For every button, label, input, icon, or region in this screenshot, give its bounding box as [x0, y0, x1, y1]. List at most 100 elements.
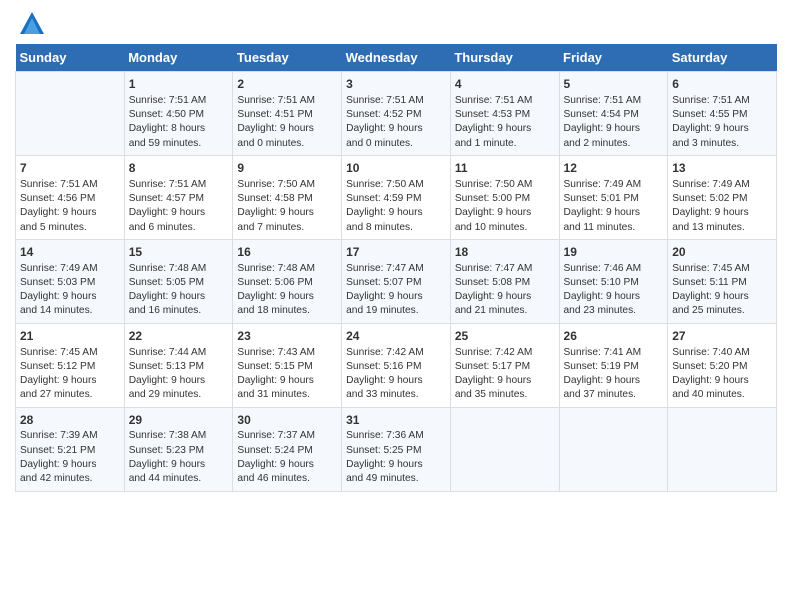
day-number: 28: [20, 412, 120, 429]
day-number: 21: [20, 328, 120, 345]
calendar-cell: 31Sunrise: 7:36 AM Sunset: 5:25 PM Dayli…: [342, 407, 451, 491]
header-wednesday: Wednesday: [342, 44, 451, 72]
header-tuesday: Tuesday: [233, 44, 342, 72]
day-number: 16: [237, 244, 337, 261]
day-number: 11: [455, 160, 555, 177]
calendar-cell: 14Sunrise: 7:49 AM Sunset: 5:03 PM Dayli…: [16, 239, 125, 323]
day-number: 25: [455, 328, 555, 345]
day-number: 12: [564, 160, 664, 177]
calendar-table: SundayMondayTuesdayWednesdayThursdayFrid…: [15, 44, 777, 492]
calendar-week-row: 28Sunrise: 7:39 AM Sunset: 5:21 PM Dayli…: [16, 407, 777, 491]
day-info: Sunrise: 7:41 AM Sunset: 5:19 PM Dayligh…: [564, 346, 664, 403]
calendar-cell: 25Sunrise: 7:42 AM Sunset: 5:17 PM Dayli…: [450, 323, 559, 407]
calendar-cell: 16Sunrise: 7:48 AM Sunset: 5:06 PM Dayli…: [233, 239, 342, 323]
day-info: Sunrise: 7:51 AM Sunset: 4:53 PM Dayligh…: [455, 94, 555, 151]
day-info: Sunrise: 7:45 AM Sunset: 5:12 PM Dayligh…: [20, 346, 120, 403]
header-thursday: Thursday: [450, 44, 559, 72]
calendar-cell: [559, 407, 668, 491]
day-number: 23: [237, 328, 337, 345]
day-info: Sunrise: 7:51 AM Sunset: 4:51 PM Dayligh…: [237, 94, 337, 151]
page-header: [15, 10, 777, 38]
calendar-cell: 30Sunrise: 7:37 AM Sunset: 5:24 PM Dayli…: [233, 407, 342, 491]
calendar-cell: [450, 407, 559, 491]
calendar-cell: 27Sunrise: 7:40 AM Sunset: 5:20 PM Dayli…: [668, 323, 777, 407]
calendar-cell: 28Sunrise: 7:39 AM Sunset: 5:21 PM Dayli…: [16, 407, 125, 491]
day-info: Sunrise: 7:45 AM Sunset: 5:11 PM Dayligh…: [672, 262, 772, 319]
calendar-cell: 5Sunrise: 7:51 AM Sunset: 4:54 PM Daylig…: [559, 72, 668, 156]
calendar-cell: 4Sunrise: 7:51 AM Sunset: 4:53 PM Daylig…: [450, 72, 559, 156]
day-info: Sunrise: 7:51 AM Sunset: 4:50 PM Dayligh…: [129, 94, 229, 151]
calendar-cell: [668, 407, 777, 491]
calendar-cell: 6Sunrise: 7:51 AM Sunset: 4:55 PM Daylig…: [668, 72, 777, 156]
day-info: Sunrise: 7:51 AM Sunset: 4:55 PM Dayligh…: [672, 94, 772, 151]
day-number: 22: [129, 328, 229, 345]
day-info: Sunrise: 7:50 AM Sunset: 4:59 PM Dayligh…: [346, 178, 446, 235]
day-number: 24: [346, 328, 446, 345]
day-info: Sunrise: 7:37 AM Sunset: 5:24 PM Dayligh…: [237, 429, 337, 486]
calendar-cell: 10Sunrise: 7:50 AM Sunset: 4:59 PM Dayli…: [342, 155, 451, 239]
calendar-cell: 22Sunrise: 7:44 AM Sunset: 5:13 PM Dayli…: [124, 323, 233, 407]
day-info: Sunrise: 7:44 AM Sunset: 5:13 PM Dayligh…: [129, 346, 229, 403]
calendar-cell: 13Sunrise: 7:49 AM Sunset: 5:02 PM Dayli…: [668, 155, 777, 239]
calendar-cell: 26Sunrise: 7:41 AM Sunset: 5:19 PM Dayli…: [559, 323, 668, 407]
day-number: 20: [672, 244, 772, 261]
day-info: Sunrise: 7:49 AM Sunset: 5:01 PM Dayligh…: [564, 178, 664, 235]
day-number: 19: [564, 244, 664, 261]
calendar-cell: 9Sunrise: 7:50 AM Sunset: 4:58 PM Daylig…: [233, 155, 342, 239]
day-number: 14: [20, 244, 120, 261]
day-number: 9: [237, 160, 337, 177]
calendar-cell: 8Sunrise: 7:51 AM Sunset: 4:57 PM Daylig…: [124, 155, 233, 239]
day-number: 10: [346, 160, 446, 177]
calendar-cell: 24Sunrise: 7:42 AM Sunset: 5:16 PM Dayli…: [342, 323, 451, 407]
day-number: 7: [20, 160, 120, 177]
calendar-cell: 1Sunrise: 7:51 AM Sunset: 4:50 PM Daylig…: [124, 72, 233, 156]
day-info: Sunrise: 7:50 AM Sunset: 5:00 PM Dayligh…: [455, 178, 555, 235]
calendar-week-row: 21Sunrise: 7:45 AM Sunset: 5:12 PM Dayli…: [16, 323, 777, 407]
header-sunday: Sunday: [16, 44, 125, 72]
header-monday: Monday: [124, 44, 233, 72]
day-info: Sunrise: 7:49 AM Sunset: 5:03 PM Dayligh…: [20, 262, 120, 319]
day-info: Sunrise: 7:47 AM Sunset: 5:07 PM Dayligh…: [346, 262, 446, 319]
header-saturday: Saturday: [668, 44, 777, 72]
day-info: Sunrise: 7:51 AM Sunset: 4:52 PM Dayligh…: [346, 94, 446, 151]
day-number: 29: [129, 412, 229, 429]
day-info: Sunrise: 7:39 AM Sunset: 5:21 PM Dayligh…: [20, 429, 120, 486]
calendar-week-row: 14Sunrise: 7:49 AM Sunset: 5:03 PM Dayli…: [16, 239, 777, 323]
calendar-cell: 3Sunrise: 7:51 AM Sunset: 4:52 PM Daylig…: [342, 72, 451, 156]
day-number: 31: [346, 412, 446, 429]
day-number: 13: [672, 160, 772, 177]
calendar-cell: 17Sunrise: 7:47 AM Sunset: 5:07 PM Dayli…: [342, 239, 451, 323]
day-number: 17: [346, 244, 446, 261]
calendar-cell: [16, 72, 125, 156]
calendar-week-row: 1Sunrise: 7:51 AM Sunset: 4:50 PM Daylig…: [16, 72, 777, 156]
logo-icon: [18, 10, 46, 38]
day-info: Sunrise: 7:48 AM Sunset: 5:05 PM Dayligh…: [129, 262, 229, 319]
day-info: Sunrise: 7:50 AM Sunset: 4:58 PM Dayligh…: [237, 178, 337, 235]
calendar-week-row: 7Sunrise: 7:51 AM Sunset: 4:56 PM Daylig…: [16, 155, 777, 239]
day-info: Sunrise: 7:51 AM Sunset: 4:57 PM Dayligh…: [129, 178, 229, 235]
calendar-cell: 29Sunrise: 7:38 AM Sunset: 5:23 PM Dayli…: [124, 407, 233, 491]
day-number: 30: [237, 412, 337, 429]
day-info: Sunrise: 7:46 AM Sunset: 5:10 PM Dayligh…: [564, 262, 664, 319]
day-number: 5: [564, 76, 664, 93]
day-number: 6: [672, 76, 772, 93]
day-number: 2: [237, 76, 337, 93]
day-info: Sunrise: 7:42 AM Sunset: 5:17 PM Dayligh…: [455, 346, 555, 403]
calendar-header-row: SundayMondayTuesdayWednesdayThursdayFrid…: [16, 44, 777, 72]
calendar-cell: 19Sunrise: 7:46 AM Sunset: 5:10 PM Dayli…: [559, 239, 668, 323]
day-info: Sunrise: 7:51 AM Sunset: 4:54 PM Dayligh…: [564, 94, 664, 151]
day-number: 18: [455, 244, 555, 261]
day-info: Sunrise: 7:51 AM Sunset: 4:56 PM Dayligh…: [20, 178, 120, 235]
day-number: 1: [129, 76, 229, 93]
day-number: 8: [129, 160, 229, 177]
calendar-cell: 18Sunrise: 7:47 AM Sunset: 5:08 PM Dayli…: [450, 239, 559, 323]
calendar-cell: 23Sunrise: 7:43 AM Sunset: 5:15 PM Dayli…: [233, 323, 342, 407]
calendar-cell: 20Sunrise: 7:45 AM Sunset: 5:11 PM Dayli…: [668, 239, 777, 323]
calendar-cell: 7Sunrise: 7:51 AM Sunset: 4:56 PM Daylig…: [16, 155, 125, 239]
header-friday: Friday: [559, 44, 668, 72]
day-info: Sunrise: 7:40 AM Sunset: 5:20 PM Dayligh…: [672, 346, 772, 403]
day-info: Sunrise: 7:43 AM Sunset: 5:15 PM Dayligh…: [237, 346, 337, 403]
day-info: Sunrise: 7:36 AM Sunset: 5:25 PM Dayligh…: [346, 429, 446, 486]
calendar-cell: 12Sunrise: 7:49 AM Sunset: 5:01 PM Dayli…: [559, 155, 668, 239]
day-info: Sunrise: 7:49 AM Sunset: 5:02 PM Dayligh…: [672, 178, 772, 235]
